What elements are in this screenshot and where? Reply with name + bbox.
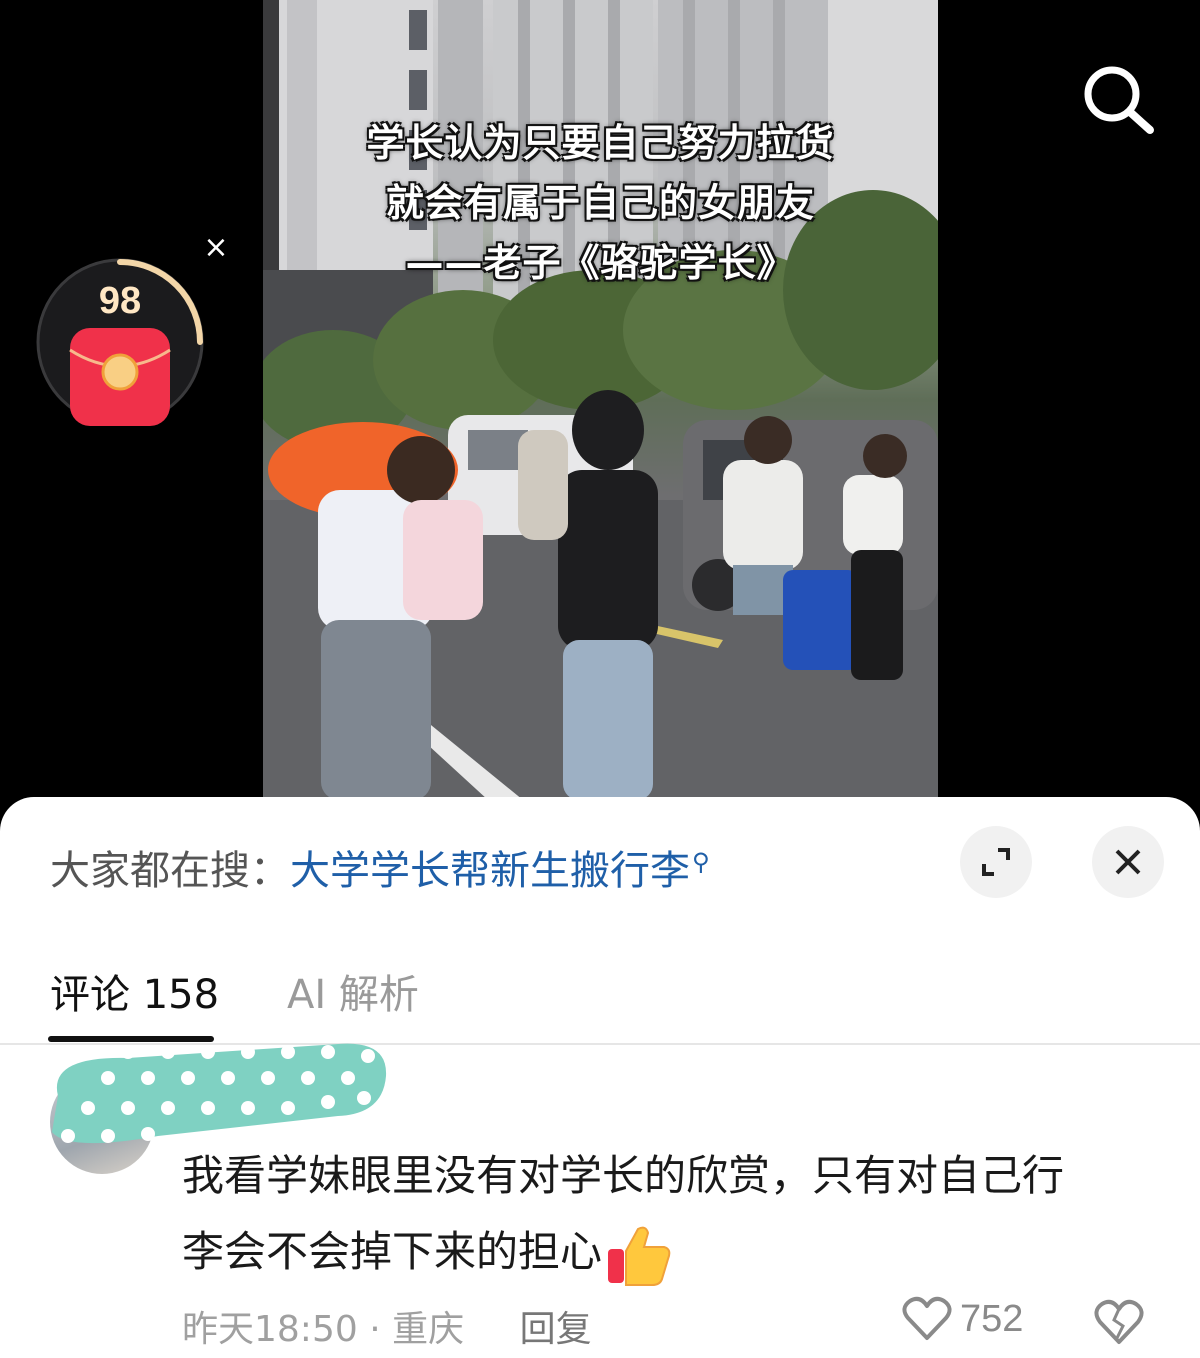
video-frame[interactable]: 学长认为只要自己努力拉货 就会有属于自己的女朋友 ——老子《骆驼学长》: [263, 0, 938, 800]
comment-location: 重庆: [392, 1309, 465, 1350]
comment-time: 昨天18:50: [182, 1309, 358, 1350]
comment-line-2: 李会不会掉下来的担心: [182, 1227, 603, 1276]
comment-line-1: 我看学妹眼里没有对学长的欣赏，只有对自己行: [182, 1151, 1065, 1200]
heart-icon: [902, 1296, 952, 1340]
reply-button[interactable]: 回复: [520, 1309, 592, 1350]
comment-meta: 昨天18:50 · 重庆 回复: [182, 1300, 592, 1352]
small-search-icon: ⚲: [692, 847, 710, 876]
search-suggestion-prefix: 大家都在搜：: [50, 848, 290, 894]
video-player[interactable]: 学长认为只要自己努力拉货 就会有属于自己的女朋友 ——老子《骆驼学长》 × 98: [0, 0, 1200, 800]
close-icon: [1115, 849, 1141, 875]
comment-body: 我看学妹眼里没有对学长的欣赏，只有对自己行 李会不会掉下来的担心: [182, 1138, 1152, 1290]
search-suggestion-link[interactable]: 大学学长帮新生搬行李: [290, 848, 690, 894]
close-sheet-button[interactable]: [1092, 826, 1164, 898]
like-count: 752: [960, 1297, 1024, 1340]
search-button[interactable]: [1080, 62, 1156, 138]
broken-heart-icon[interactable]: [1094, 1298, 1144, 1348]
meta-separator: ·: [369, 1309, 381, 1350]
thumbs-up-emoji: [608, 1226, 671, 1286]
search-suggestion[interactable]: 大家都在搜：大学学长帮新生搬行李⚲: [50, 838, 710, 896]
like-button[interactable]: 752: [902, 1296, 1023, 1342]
video-caption-line-2: 就会有属于自己的女朋友: [385, 181, 815, 225]
timer-count: 98: [98, 280, 142, 322]
video-caption-line-1: 学长认为只要自己努力拉货: [366, 121, 835, 165]
search-icon: [1084, 66, 1154, 134]
video-caption-line-3: ——老子《骆驼学长》: [405, 241, 796, 285]
tab-comments[interactable]: 评论 158: [50, 962, 219, 1020]
tab-ai-analysis[interactable]: AI 解析: [287, 962, 419, 1020]
expand-button[interactable]: [960, 826, 1032, 898]
comment-line-2-wrap: 李会不会掉下来的担心: [182, 1214, 1152, 1290]
expand-icon: [982, 848, 1010, 876]
red-packet-timer[interactable]: 98: [36, 258, 206, 428]
